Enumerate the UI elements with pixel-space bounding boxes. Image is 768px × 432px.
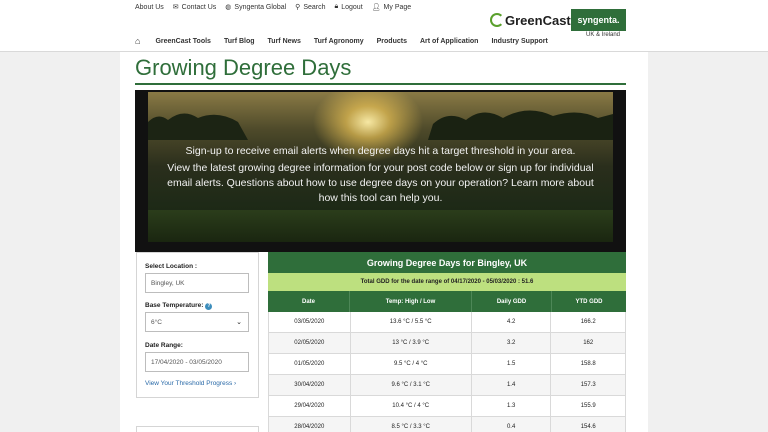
- table-row: 02/05/2020 13 °C / 3.9 °C 3.2 162: [269, 333, 625, 354]
- contact-us-link[interactable]: ✉ Contact Us: [172, 3, 217, 12]
- col-header-daily-gdd: Daily GDD: [471, 291, 551, 312]
- cell-temp: 13 °C / 3.9 °C: [349, 333, 471, 353]
- location-label: Select Location :: [145, 263, 198, 270]
- base-temperature-value: 6°C: [151, 318, 162, 326]
- hero-message: Sign-up to receive email alerts when deg…: [157, 144, 604, 208]
- cell-daily-gdd: 1.4: [470, 375, 551, 395]
- search-link[interactable]: ⚲ Search: [295, 3, 326, 12]
- syngenta-logo[interactable]: syngenta.: [571, 9, 626, 31]
- my-page-link[interactable]: 👤︎ My Page: [371, 3, 412, 12]
- cell-daily-gdd: 4.2: [470, 312, 551, 332]
- contact-us-label: Contact Us: [181, 3, 217, 11]
- main-nav: ⌂ GreenCast Tools Turf Blog Turf News Tu…: [135, 35, 561, 47]
- chevron-down-icon: ⌄: [236, 319, 242, 326]
- hero-banner: Sign-up to receive email alerts when deg…: [135, 90, 626, 252]
- location-input[interactable]: Bingley, UK: [145, 273, 249, 293]
- cell-date: 28/04/2020: [294, 424, 325, 430]
- hero-info-text: View the latest growing degree informati…: [167, 162, 594, 204]
- tree-silhouettes: [148, 110, 613, 140]
- greencast-logo-mark: [490, 13, 504, 27]
- table-row: 28/04/2020 8.5 °C / 3.3 °C 0.4 154.6: [269, 417, 625, 432]
- nav-products[interactable]: Products: [377, 38, 407, 45]
- syngenta-logo-text: syngenta.: [577, 15, 620, 25]
- cell-date: 29/04/2020: [294, 403, 325, 409]
- cell-ytd-gdd: 157.3: [550, 375, 625, 395]
- col-header-ytd-gdd: YTD GDD: [551, 291, 626, 312]
- gdd-settings-panel: Select Location : Bingley, UK Base Tempe…: [136, 252, 259, 398]
- secondary-panel: [136, 426, 259, 432]
- nav-turf-blog[interactable]: Turf Blog: [224, 38, 255, 45]
- user-icon: 👤︎: [371, 4, 381, 11]
- table-row: 03/05/2020 13.6 °C / 5.5 °C 4.2 166.2: [269, 312, 625, 333]
- greencast-logo[interactable]: GreenCast: [490, 11, 571, 29]
- logout-link[interactable]: 🔒︎ Logout: [335, 3, 363, 11]
- cell-daily-gdd: 3.2: [470, 333, 551, 353]
- cell-date: 02/05/2020: [294, 340, 325, 346]
- nav-turf-agronomy[interactable]: Turf Agronomy: [314, 38, 364, 45]
- cell-date: 30/04/2020: [294, 382, 325, 388]
- cell-temp: 9.5 °C / 4 °C: [349, 354, 471, 374]
- table-row: 01/05/2020 9.5 °C / 4 °C 1.5 158.8: [269, 354, 625, 375]
- greencast-logo-text: GreenCast: [505, 12, 571, 28]
- search-label: Search: [303, 3, 326, 11]
- cell-daily-gdd: 0.4: [470, 417, 551, 432]
- table-row: 29/04/2020 10.4 °C / 4 °C 1.3 155.9: [269, 396, 625, 417]
- cell-daily-gdd: 1.5: [470, 354, 551, 374]
- cell-ytd-gdd: 155.9: [550, 396, 625, 416]
- nav-industry-support[interactable]: Industry Support: [491, 38, 547, 45]
- cell-ytd-gdd: 162: [550, 333, 625, 353]
- syngenta-global-label: Syngenta Global: [234, 3, 287, 11]
- about-us-link[interactable]: About Us: [135, 4, 164, 11]
- page-title: Growing Degree Days: [135, 55, 352, 80]
- home-icon[interactable]: ⌂: [135, 36, 140, 46]
- cell-temp: 8.5 °C / 3.3 °C: [349, 417, 471, 432]
- table-row: 30/04/2020 9.6 °C / 3.1 °C 1.4 157.3: [269, 375, 625, 396]
- title-underline: [135, 83, 626, 85]
- threshold-progress-link[interactable]: View Your Threshold Progress ›: [145, 380, 236, 387]
- cell-temp: 13.6 °C / 5.5 °C: [349, 312, 471, 332]
- hero-signup-text[interactable]: Sign-up to receive email alerts when deg…: [157, 144, 604, 159]
- col-header-temp: Temp: High / Low: [349, 291, 471, 312]
- nav-turf-news[interactable]: Turf News: [268, 38, 301, 45]
- cell-temp: 10.4 °C / 4 °C: [349, 396, 471, 416]
- globe-icon: ◍: [225, 4, 232, 11]
- cell-ytd-gdd: 166.2: [550, 312, 625, 332]
- date-range-input[interactable]: 17/04/2020 - 03/05/2020: [145, 352, 249, 372]
- date-range-label: Date Range:: [145, 342, 183, 349]
- table-body: 03/05/2020 13.6 °C / 5.5 °C 4.2 166.2 02…: [268, 312, 626, 432]
- cell-temp: 9.6 °C / 3.1 °C: [349, 375, 471, 395]
- location-value: Bingley, UK: [151, 279, 185, 287]
- lock-icon: 🔒︎: [334, 3, 339, 10]
- nav-divider: [0, 51, 768, 52]
- nav-art-of-application[interactable]: Art of Application: [420, 38, 478, 45]
- date-range-value: 17/04/2020 - 03/05/2020: [151, 358, 222, 366]
- nav-greencast-tools[interactable]: GreenCast Tools: [155, 38, 211, 45]
- cell-ytd-gdd: 158.8: [550, 354, 625, 374]
- gdd-table: Growing Degree Days for Bingley, UK Tota…: [268, 252, 626, 432]
- search-icon: ⚲: [295, 4, 301, 11]
- total-gdd-banner: Total GDD for the date range of 04/17/20…: [268, 273, 626, 291]
- cell-daily-gdd: 1.3: [470, 396, 551, 416]
- cell-date: 03/05/2020: [294, 319, 325, 325]
- help-icon[interactable]: ?: [205, 303, 213, 310]
- cell-date: 01/05/2020: [294, 361, 325, 367]
- table-header-row: Date Temp: High / Low Daily GDD YTD GDD: [268, 291, 626, 312]
- region-label: UK & Ireland: [586, 32, 621, 38]
- utility-nav: About Us ✉ Contact Us ◍ Syngenta Global ⚲ S…: [135, 2, 420, 12]
- logout-label: Logout: [341, 3, 363, 11]
- mail-icon: ✉: [172, 4, 179, 11]
- table-title: Growing Degree Days for Bingley, UK: [268, 252, 626, 273]
- cell-ytd-gdd: 154.6: [550, 417, 625, 432]
- about-us-label: About Us: [135, 3, 164, 11]
- col-header-date: Date: [301, 298, 315, 305]
- syngenta-global-link[interactable]: ◍ Syngenta Global: [225, 3, 287, 12]
- my-page-label: My Page: [383, 3, 412, 11]
- base-temperature-label: Base Temperature:?: [145, 302, 213, 310]
- hero-fairway: [148, 210, 613, 242]
- base-temperature-select[interactable]: 6°C ⌄: [145, 312, 249, 332]
- base-temperature-label-text: Base Temperature:: [145, 302, 204, 309]
